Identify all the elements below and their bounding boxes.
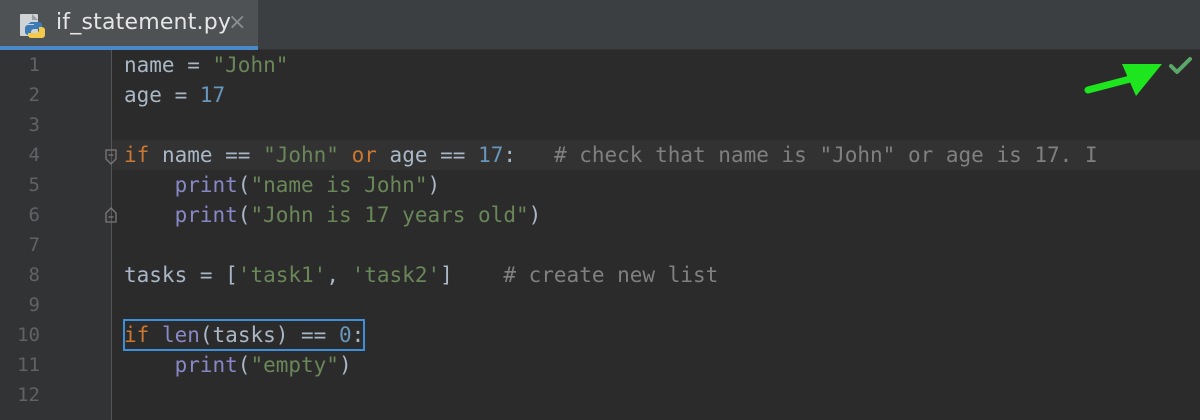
code-token: "John" xyxy=(212,53,289,77)
code-token: 'task2' xyxy=(351,263,441,287)
green-arrow-icon xyxy=(1084,64,1162,96)
code-token: if xyxy=(124,143,150,167)
code-token: "John is 17 years old" xyxy=(250,203,529,227)
code-token: if xyxy=(124,323,150,347)
code-token: : xyxy=(503,143,554,167)
code-token: , xyxy=(326,263,352,287)
code-token: name xyxy=(124,53,175,77)
code-line[interactable]: if name == "John" or age == 17: # check … xyxy=(124,140,1098,170)
code-line[interactable]: name = "John" xyxy=(124,50,288,80)
fold-start-icon[interactable] xyxy=(103,148,119,166)
checkmark-icon[interactable] xyxy=(1168,56,1194,76)
code-token: print xyxy=(174,353,238,377)
code-token: ( xyxy=(237,203,251,227)
line-number: 5 xyxy=(28,174,40,196)
code-token: "name is John" xyxy=(250,173,428,197)
code-token: ] xyxy=(440,263,504,287)
code-token: "John" xyxy=(263,143,339,167)
code-line[interactable]: age = 17 xyxy=(124,80,225,110)
code-line[interactable]: print("John is 17 years old") xyxy=(124,200,542,230)
editor-tab-bar: if_statement.py × xyxy=(0,0,1200,50)
code-token: 17 xyxy=(478,143,504,167)
code-token: "empty" xyxy=(250,353,339,377)
code-token: = xyxy=(174,53,213,77)
code-line[interactable]: tasks = ['task1', 'task2'] # create new … xyxy=(124,260,718,290)
line-number: 6 xyxy=(28,204,40,226)
line-number: 10 xyxy=(17,324,40,346)
line-number: 2 xyxy=(28,84,40,106)
code-token: len xyxy=(161,323,200,347)
code-token: 0 xyxy=(338,323,352,347)
code-token: print xyxy=(174,173,238,197)
code-line[interactable]: print("name is John") xyxy=(124,170,441,200)
code-token: (tasks) == xyxy=(199,323,339,347)
code-editor[interactable]: 1 2 3 4 5 6 7 8 9 10 11 12 name = "John" age = 17 if … xyxy=(0,50,1200,420)
code-token: 'task1' xyxy=(237,263,327,287)
code-token: name == xyxy=(149,143,264,167)
line-number: 7 xyxy=(28,234,40,256)
code-token: or xyxy=(351,143,377,167)
code-token: # check that name is "John" or age is 17… xyxy=(553,143,1098,167)
line-number: 4 xyxy=(28,144,40,166)
code-token: # create new list xyxy=(503,263,719,287)
code-token: tasks = [ xyxy=(124,263,238,287)
python-file-icon xyxy=(20,14,45,38)
code-token: ( xyxy=(237,173,251,197)
code-token: : xyxy=(351,323,365,347)
tab-if-statement[interactable]: if_statement.py × xyxy=(0,0,258,50)
line-number: 9 xyxy=(28,294,40,316)
code-token: age == xyxy=(376,143,479,167)
tab-filename: if_statement.py xyxy=(56,10,232,35)
code-line[interactable]: print("empty") xyxy=(124,350,352,380)
code-token: ( xyxy=(237,353,251,377)
code-token: ) xyxy=(338,353,352,377)
line-number: 8 xyxy=(28,264,40,286)
code-token: ) xyxy=(528,203,542,227)
line-number: 12 xyxy=(17,384,40,406)
close-icon[interactable]: × xyxy=(228,10,246,35)
code-token: age xyxy=(124,83,162,107)
code-token: 17 xyxy=(199,83,226,107)
code-token: print xyxy=(174,203,238,227)
code-token: ) xyxy=(427,173,441,197)
line-number: 1 xyxy=(28,54,40,76)
selected-code-line[interactable]: if len(tasks) == 0: xyxy=(122,319,366,351)
line-number: 11 xyxy=(17,354,40,376)
fold-end-icon[interactable] xyxy=(103,206,119,224)
line-number: 3 xyxy=(28,114,40,136)
code-token: = xyxy=(161,83,200,107)
